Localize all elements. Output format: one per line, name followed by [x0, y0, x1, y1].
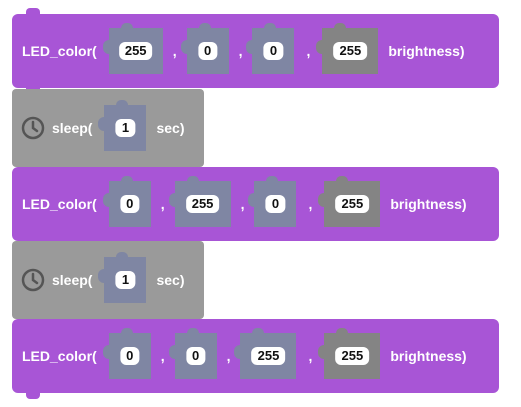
red-value-input[interactable]: 0	[102, 328, 151, 379]
block-label: LED_color(	[22, 43, 97, 59]
led-color-block-2[interactable]: LED_color( 0 , 255 , 0 , 255 brightness)	[12, 167, 499, 247]
sec-label: sec)	[156, 120, 185, 136]
brightness-value-input[interactable]: 255	[318, 176, 381, 227]
red-value-input[interactable]: 255	[102, 23, 163, 74]
sleep-seconds-input[interactable]: 1	[98, 252, 147, 303]
brightness-label: brightness)	[390, 348, 467, 364]
red-value-input[interactable]: 0	[102, 176, 151, 227]
sleep-label: sleep(	[52, 120, 93, 136]
brightness-label: brightness)	[388, 43, 465, 59]
sleep-label: sleep(	[52, 272, 93, 288]
brightness-label: brightness)	[390, 196, 467, 212]
brightness-value-input[interactable]: 255	[316, 23, 379, 74]
block-connector	[26, 392, 40, 399]
blue-value-input[interactable]: 255	[234, 328, 297, 379]
sleep-block-1[interactable]: sleep( 1 sec)	[12, 89, 204, 173]
sleep-block-2[interactable]: sleep( 1 sec)	[12, 241, 204, 325]
led-color-block-3[interactable]: LED_color( 0 , 0 , 255 , 255 brightness)	[12, 319, 499, 399]
sec-label: sec)	[156, 272, 185, 288]
brightness-value-input[interactable]: 255	[318, 328, 381, 379]
blue-value-input[interactable]: 0	[246, 23, 295, 74]
clock-icon	[20, 267, 46, 293]
green-value-input[interactable]: 255	[168, 176, 231, 227]
block-label: LED_color(	[22, 196, 97, 212]
block-label: LED_color(	[22, 348, 97, 364]
green-value-input[interactable]: 0	[168, 328, 217, 379]
led-color-block-1[interactable]: LED_color( 255 , 0 , 0 , 255 brightness)	[12, 8, 499, 94]
clock-icon	[20, 115, 46, 141]
sleep-seconds-input[interactable]: 1	[98, 100, 147, 151]
green-value-input[interactable]: 0	[180, 23, 229, 74]
blue-value-input[interactable]: 0	[248, 176, 297, 227]
